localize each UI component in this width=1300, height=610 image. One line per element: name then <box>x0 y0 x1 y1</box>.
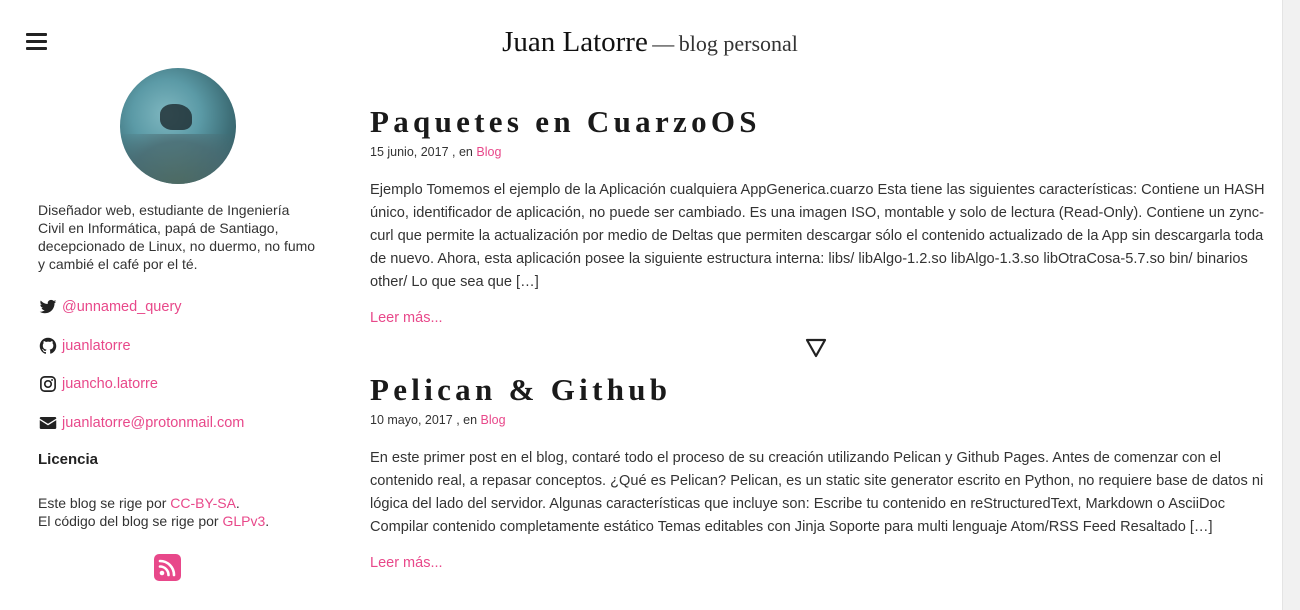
read-more-link[interactable]: Leer más... <box>370 310 1265 326</box>
post-title[interactable]: Paquetes en CuarzoOS <box>370 100 1265 144</box>
post-category-link[interactable]: Blog <box>476 145 501 159</box>
post-article: Paquetes en CuarzoOS 15 junio, 2017 , en… <box>370 100 1265 326</box>
post-category-link[interactable]: Blog <box>481 413 506 427</box>
licence-line2-suffix: . <box>265 513 270 529</box>
github-icon <box>39 337 57 354</box>
post-meta: 15 junio, 2017 , en Blog <box>370 145 1265 159</box>
post-article: Pelican & Github 10 mayo, 2017 , en Blog… <box>370 368 1265 571</box>
post-meta: 10 mayo, 2017 , en Blog <box>370 413 1265 427</box>
site-name: Juan Latorre <box>502 26 648 58</box>
avatar <box>120 68 236 184</box>
social-email: juanlatorre@protonmail.com <box>38 413 318 433</box>
social-instagram: juancho.latorre <box>38 374 318 394</box>
envelope-icon <box>39 416 57 429</box>
twitter-icon <box>39 299 57 314</box>
rss-icon <box>158 559 176 577</box>
post-date: 10 mayo, 2017 <box>370 413 453 427</box>
bio-text: Diseñador web, estudiante de Ingeniería … <box>38 202 316 272</box>
post-excerpt: Ejemplo Tomemos el ejemplo de la Aplicac… <box>370 182 1265 290</box>
site-title: Juan Latorre — blog personal <box>0 26 1300 59</box>
email-link[interactable]: juanlatorre@protonmail.com <box>62 415 244 431</box>
licence-line2-prefix: El código del blog se rige por <box>38 513 223 529</box>
rss-feed-button[interactable] <box>154 554 181 581</box>
social-github: juanlatorre <box>38 336 318 356</box>
licence-text: Este blog se rige por CC-BY-SA. El códig… <box>38 494 318 530</box>
licence-line1-prefix: Este blog se rige por <box>38 495 171 511</box>
site-subtitle: blog personal <box>678 31 798 56</box>
post-excerpt: En este primer post en el blog, contaré … <box>370 450 1264 535</box>
instagram-icon <box>40 376 56 392</box>
post-in-text: , en <box>456 413 478 427</box>
twitter-link[interactable]: @unnamed_query <box>62 299 182 315</box>
post-in-text: , en <box>452 145 473 159</box>
triangle-down-icon <box>805 338 827 358</box>
read-more-link[interactable]: Leer más... <box>370 555 1265 571</box>
post-title[interactable]: Pelican & Github <box>370 368 1265 412</box>
licence-line1-suffix: . <box>235 495 240 511</box>
sidebar: Diseñador web, estudiante de Ingeniería … <box>38 68 318 581</box>
post-date: 15 junio, 2017 <box>370 145 449 159</box>
scrollbar[interactable] <box>1282 0 1300 610</box>
github-link[interactable]: juanlatorre <box>62 338 131 354</box>
licence-title: Licencia <box>38 451 99 468</box>
instagram-link[interactable]: juancho.latorre <box>62 376 158 392</box>
post-list: Paquetes en CuarzoOS 15 junio, 2017 , en… <box>370 100 1265 571</box>
site-dash: — <box>652 31 675 56</box>
social-twitter: @unnamed_query <box>38 297 318 317</box>
social-links: @unnamed_query juanlatorre juancho.lator… <box>38 297 318 433</box>
glpv3-link[interactable]: GLPv3 <box>222 513 265 529</box>
cc-by-sa-link[interactable]: CC-BY-SA <box>170 495 236 511</box>
